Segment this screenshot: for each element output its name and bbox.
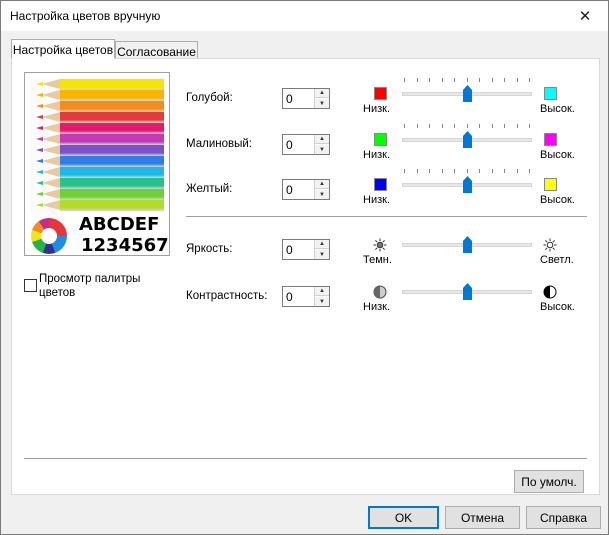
high-color-swatch xyxy=(544,178,557,191)
section-divider xyxy=(186,216,587,217)
low-color-swatch xyxy=(374,87,387,100)
value-spinbox[interactable]: 0 ▲ ▼ xyxy=(282,88,330,109)
slider-thumb[interactable] xyxy=(462,85,473,103)
spin-value: 0 xyxy=(286,183,293,197)
pencil xyxy=(30,134,164,145)
sun-bright-icon xyxy=(543,238,557,255)
preview-text-digits: 1234567 xyxy=(81,235,169,256)
value-spinbox[interactable]: 0 ▲ ▼ xyxy=(282,134,330,155)
ok-button[interactable]: OK xyxy=(368,506,439,529)
close-icon: ✕ xyxy=(578,8,592,25)
preview-text-letters: ABCDEF xyxy=(79,214,160,235)
high-label: Высок. xyxy=(540,149,575,161)
low-color-swatch xyxy=(374,133,387,146)
tab-label: Настройка цветов xyxy=(12,43,114,57)
spin-down-icon[interactable]: ▼ xyxy=(315,297,329,306)
palette-preview-checkbox[interactable] xyxy=(24,279,37,292)
slider-thumb[interactable] xyxy=(462,131,473,149)
tab-label: Согласование xyxy=(117,45,196,59)
pencil xyxy=(30,178,164,189)
value-spinbox[interactable]: 0 ▲ ▼ xyxy=(282,286,330,307)
slider-ticks xyxy=(404,124,530,128)
low-label: Темн. xyxy=(363,254,392,266)
default-button[interactable]: По умолч. xyxy=(514,470,584,493)
spin-up-icon[interactable]: ▲ xyxy=(315,89,329,98)
adjust-label: Контрастность: xyxy=(186,290,268,302)
cancel-button[interactable]: Отмена xyxy=(445,506,520,529)
adjust-label: Яркость: xyxy=(186,243,233,255)
value-spinbox[interactable]: 0 ▲ ▼ xyxy=(282,239,330,260)
pencil xyxy=(30,101,164,112)
pencil xyxy=(30,189,164,200)
high-label: Высок. xyxy=(540,103,575,115)
slider-thumb[interactable] xyxy=(462,176,473,194)
high-color-swatch xyxy=(544,87,557,100)
spin-down-icon[interactable]: ▼ xyxy=(315,250,329,259)
title-bar: Настройка цветов вручную ✕ xyxy=(1,1,608,31)
color-preview-image: ABCDEF 1234567 xyxy=(24,72,170,256)
slider-ticks xyxy=(404,78,530,82)
slider-thumb[interactable] xyxy=(462,236,473,254)
low-label: Низк. xyxy=(363,194,391,206)
spin-up-icon[interactable]: ▲ xyxy=(315,240,329,249)
high-label: Высок. xyxy=(540,301,575,313)
spin-value: 0 xyxy=(286,92,293,106)
high-label: Светл. xyxy=(540,254,574,266)
contrast-low-icon xyxy=(373,285,387,302)
spin-down-icon[interactable]: ▼ xyxy=(315,99,329,108)
pencil xyxy=(30,112,164,123)
close-button[interactable]: ✕ xyxy=(562,1,608,31)
help-button[interactable]: Справка xyxy=(526,506,601,529)
low-color-swatch xyxy=(374,178,387,191)
spin-down-icon[interactable]: ▼ xyxy=(315,145,329,154)
pencil xyxy=(30,145,164,156)
slider-thumb[interactable] xyxy=(462,283,473,301)
pencil xyxy=(30,200,164,211)
pencil xyxy=(30,90,164,101)
pencil xyxy=(30,156,164,167)
tab-color-adjustment[interactable]: Настройка цветов xyxy=(11,39,115,59)
pencils-image xyxy=(30,78,164,212)
low-label: Низк. xyxy=(363,103,391,115)
value-spinbox[interactable]: 0 ▲ ▼ xyxy=(282,179,330,200)
pencil xyxy=(30,167,164,178)
palette-preview-label: Просмотр палитры цветов xyxy=(39,273,141,299)
tab-matching[interactable]: Согласование xyxy=(115,41,198,59)
bottom-divider xyxy=(24,458,587,459)
spin-value: 0 xyxy=(286,138,293,152)
high-color-swatch xyxy=(544,133,557,146)
adjust-label: Малиновый: xyxy=(186,138,252,150)
spin-up-icon[interactable]: ▲ xyxy=(315,180,329,189)
tab-panel: ABCDEF 1234567 Просмотр палитры цветов Г… xyxy=(11,58,600,495)
spin-value: 0 xyxy=(286,243,293,257)
sun-dim-icon xyxy=(373,238,387,255)
low-label: Низк. xyxy=(363,149,391,161)
high-label: Высок. xyxy=(540,194,575,206)
low-label: Низк. xyxy=(363,301,391,313)
pencil xyxy=(30,123,164,134)
dialog-window: Настройка цветов вручную ✕ Настройка цве… xyxy=(0,0,609,535)
spin-up-icon[interactable]: ▲ xyxy=(315,135,329,144)
slider-ticks xyxy=(404,169,530,173)
window-title: Настройка цветов вручную xyxy=(10,9,161,23)
spin-down-icon[interactable]: ▼ xyxy=(315,190,329,199)
adjust-label: Голубой: xyxy=(186,92,233,104)
color-wheel-icon xyxy=(31,218,67,254)
adjust-label: Желтый: xyxy=(186,183,233,195)
contrast-high-icon xyxy=(543,285,557,302)
spin-up-icon[interactable]: ▲ xyxy=(315,287,329,296)
spin-value: 0 xyxy=(286,290,293,304)
pencil xyxy=(30,79,164,90)
